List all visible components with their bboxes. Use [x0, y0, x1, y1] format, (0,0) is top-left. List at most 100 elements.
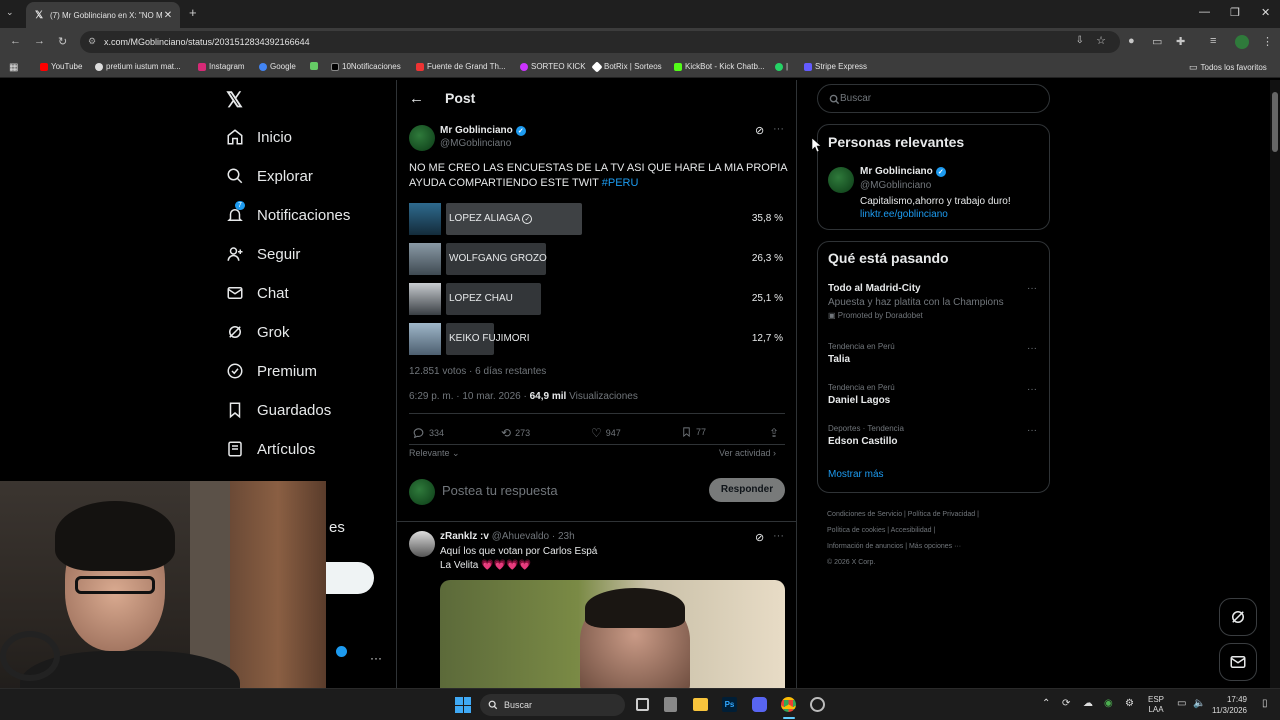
- poll-option[interactable]: WOLFGANG GROZO 26,3 %: [409, 243, 785, 275]
- more-icon[interactable]: ···: [1027, 283, 1037, 294]
- x-logo-icon[interactable]: 𝕏: [226, 88, 243, 113]
- avatar[interactable]: [409, 125, 435, 151]
- person-name[interactable]: Mr Goblinciano ✓: [860, 166, 946, 177]
- person-handle[interactable]: @MGoblinciano: [860, 180, 931, 191]
- view-activity-link[interactable]: Ver actividad ›: [719, 448, 776, 458]
- reply-name[interactable]: zRanklz :v: [440, 531, 489, 542]
- nav-item-premium[interactable]: Premium: [226, 362, 317, 380]
- file-explorer-icon[interactable]: [693, 698, 708, 711]
- task-view-icon[interactable]: [636, 698, 649, 711]
- profile-avatar[interactable]: [1235, 35, 1249, 49]
- browser-tab[interactable]: 𝕏 (7) Mr Goblinciano en X: "NO M ✕: [26, 2, 180, 28]
- all-bookmarks[interactable]: ▭ Todos los favoritos: [1189, 62, 1267, 73]
- trend-item[interactable]: Tendencia en Perú Talia: [828, 342, 1041, 365]
- app-icon-2[interactable]: [810, 697, 825, 712]
- tray-icon[interactable]: ☁: [1083, 698, 1093, 709]
- nav-item-seguir[interactable]: Seguir: [226, 245, 300, 263]
- url-field[interactable]: ⚙ x.com/MGoblinciano/status/203151283439…: [80, 31, 1120, 53]
- poll-option[interactable]: LOPEZ ALIAGA ✓ 35,8 %: [409, 203, 785, 235]
- puzzle-icon[interactable]: ✚: [1176, 35, 1185, 48]
- forward-icon[interactable]: →: [34, 35, 45, 47]
- more-icon[interactable]: ···: [1027, 384, 1037, 395]
- reply-image[interactable]: [440, 580, 785, 688]
- bookmark-stripe[interactable]: Stripe Express: [804, 62, 867, 71]
- reply-button[interactable]: 334: [412, 426, 444, 439]
- install-icon[interactable]: ⇩: [1076, 35, 1084, 46]
- reply-input[interactable]: Postea tu respuesta: [442, 483, 558, 498]
- author-handle[interactable]: @MGoblinciano: [440, 138, 511, 149]
- hashtag-link[interactable]: #PERU: [602, 177, 639, 189]
- minimize-button[interactable]: —: [1199, 6, 1210, 18]
- footer-line[interactable]: Política de cookies | Accesibilidad |: [827, 523, 1047, 539]
- apps-icon[interactable]: ▦: [9, 62, 18, 73]
- taskbar-search[interactable]: Buscar: [480, 694, 625, 716]
- tray-icon[interactable]: ⟳: [1062, 698, 1070, 709]
- grok-icon[interactable]: ⊘: [755, 124, 764, 137]
- bookmark-extra[interactable]: [310, 62, 318, 70]
- back-arrow-icon[interactable]: ←: [409, 90, 424, 107]
- nav-item-grok[interactable]: Grok: [226, 323, 290, 341]
- search-input[interactable]: Buscar: [817, 84, 1050, 113]
- nav-item-guardados[interactable]: Guardados: [226, 401, 331, 419]
- reply-handle[interactable]: @Ahuevaldo · 23h: [492, 531, 575, 542]
- app-icon[interactable]: [664, 697, 677, 712]
- menu-icon[interactable]: ⋮: [1262, 35, 1273, 48]
- windows-start-icon[interactable]: [455, 697, 471, 713]
- scrollbar-thumb[interactable]: [1272, 92, 1278, 152]
- tab-list-button[interactable]: ⌄: [6, 7, 14, 18]
- trend-item[interactable]: Tendencia en Perú Daniel Lagos: [828, 383, 1041, 406]
- volume-icon[interactable]: 🔈: [1193, 698, 1205, 709]
- reply-avatar[interactable]: [409, 531, 435, 557]
- nav-item-articulos[interactable]: Artículos: [226, 440, 315, 458]
- restore-button[interactable]: ❐: [1230, 6, 1240, 19]
- more-icon[interactable]: ···: [773, 530, 784, 542]
- discord-icon[interactable]: [752, 697, 767, 712]
- bookmark-whatsapp[interactable]: |: [775, 62, 788, 71]
- show-more-link[interactable]: Mostrar más: [828, 469, 884, 480]
- chrome-icon[interactable]: [781, 697, 796, 712]
- bookmark-instagram[interactable]: Instagram: [198, 62, 245, 71]
- tray-icon[interactable]: ◉: [1104, 698, 1113, 709]
- share-button[interactable]: ⇪: [769, 426, 779, 440]
- extension-icon-2[interactable]: ▭: [1152, 35, 1162, 48]
- footer-line[interactable]: Información de anuncios | Más opciones ·…: [827, 539, 1047, 555]
- bookmark-youtube[interactable]: YouTube: [40, 62, 82, 71]
- close-window-button[interactable]: ✕: [1261, 6, 1270, 19]
- nav-item-explorar[interactable]: Explorar: [226, 167, 313, 185]
- site-info-icon[interactable]: ⚙: [88, 36, 96, 47]
- new-tab-button[interactable]: +: [189, 5, 197, 20]
- bookmark-pretium[interactable]: pretium iustum mat...: [95, 62, 181, 71]
- author-name[interactable]: Mr Goblinciano ✓: [440, 125, 526, 136]
- bookmark-botrix[interactable]: BotRix | Sorteos: [591, 60, 662, 73]
- language-indicator[interactable]: ESP LAA: [1148, 695, 1164, 715]
- bookmark-button[interactable]: 77: [681, 426, 706, 438]
- trend-item[interactable]: Deportes · Tendencia Edson Castillo: [828, 424, 1041, 447]
- nav-item-chat[interactable]: Chat: [226, 284, 289, 302]
- clock[interactable]: 17:49 11/3/2026: [1212, 694, 1247, 716]
- back-icon[interactable]: ←: [10, 35, 21, 47]
- bookmark-kickbot[interactable]: KickBot - Kick Chatb...: [674, 62, 765, 71]
- messages-float-button[interactable]: [1219, 643, 1257, 681]
- network-icon[interactable]: ▭: [1177, 698, 1186, 709]
- poll-option[interactable]: LOPEZ CHAU 25,1 %: [409, 283, 785, 315]
- grok-float-button[interactable]: [1219, 598, 1257, 636]
- star-icon[interactable]: ☆: [1096, 34, 1106, 47]
- bookmark-google[interactable]: Google: [259, 62, 296, 71]
- bookmark-10notif[interactable]: 10Notificaciones: [331, 62, 401, 71]
- like-button[interactable]: ♡ 947: [591, 426, 621, 440]
- reply-submit-button[interactable]: Responder: [709, 478, 785, 502]
- nav-item-notificaciones[interactable]: 7 Notificaciones: [226, 201, 350, 224]
- bookmark-fuente[interactable]: Fuente de Grand Th...: [416, 62, 506, 71]
- post-button[interactable]: [326, 562, 374, 594]
- more-icon[interactable]: ···: [773, 123, 784, 135]
- avatar[interactable]: [828, 167, 854, 193]
- poll-option[interactable]: KEIKO FUJIMORI 12,7 %: [409, 323, 785, 355]
- tray-chevron-icon[interactable]: ⌃: [1042, 698, 1050, 709]
- photoshop-icon[interactable]: Ps: [722, 697, 737, 712]
- more-icon[interactable]: ···: [1027, 425, 1037, 436]
- extension-icon[interactable]: ●: [1128, 35, 1135, 47]
- repost-button[interactable]: ⟲ 273: [501, 426, 530, 440]
- close-icon[interactable]: ✕: [162, 10, 174, 21]
- notification-icon[interactable]: ▯: [1262, 698, 1268, 709]
- reload-icon[interactable]: ↻: [58, 35, 67, 48]
